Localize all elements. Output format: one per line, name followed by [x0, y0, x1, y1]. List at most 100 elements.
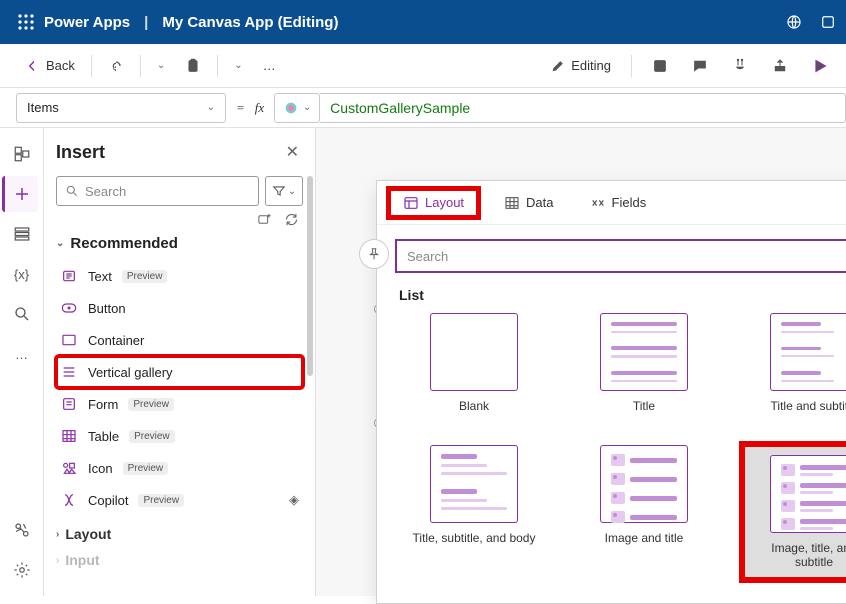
chevron-right-icon: ›: [56, 555, 59, 566]
insert-item-table[interactable]: Table Preview: [56, 420, 303, 452]
item-label: Form: [88, 397, 118, 412]
tile-caption: Blank: [459, 399, 489, 427]
formula-value: CustomGallerySample: [330, 100, 470, 116]
insert-search-input[interactable]: Search: [56, 176, 259, 206]
equals-label: =: [236, 100, 245, 116]
section-label: Layout: [65, 526, 111, 542]
layout-title-subtitle-body[interactable]: Title, subtitle, and body: [403, 445, 545, 579]
insert-filter-button[interactable]: ⌄: [265, 176, 303, 206]
insert-item-button[interactable]: Button: [56, 292, 303, 324]
share-icon[interactable]: [818, 12, 838, 32]
fx-label: fx: [255, 100, 264, 116]
comments-button[interactable]: [684, 50, 716, 82]
tile-caption: Image, title, and subtitle: [753, 541, 846, 569]
rail-tools[interactable]: [4, 512, 40, 548]
back-label: Back: [46, 58, 75, 73]
paste-more[interactable]: ⌄: [226, 50, 250, 82]
tab-label: Layout: [425, 195, 464, 210]
layout-image-title-subtitle[interactable]: Image, title, and subtitle: [743, 445, 846, 579]
container-icon: [60, 331, 78, 349]
rail-tree-view[interactable]: [4, 136, 40, 172]
insert-item-icon[interactable]: Icon Preview: [56, 452, 303, 484]
rail-settings[interactable]: [4, 552, 40, 588]
property-name: Items: [27, 100, 59, 115]
icons-icon: [60, 459, 78, 477]
item-label: Icon: [88, 461, 113, 476]
item-label: Text: [88, 269, 112, 284]
table-icon: [60, 427, 78, 445]
insert-item-form[interactable]: Form Preview: [56, 388, 303, 420]
form-icon: [60, 395, 78, 413]
gallery-properties-flyout: Layout Data Fields Search All: [376, 180, 846, 604]
layout-blank[interactable]: Blank: [403, 313, 545, 427]
insert-item-text[interactable]: Text Preview: [56, 260, 303, 292]
chevron-down-icon: ⌄: [56, 238, 64, 249]
layout-search-input[interactable]: Search: [395, 239, 846, 273]
insert-panel-title: Insert: [56, 142, 105, 163]
overflow-label: …: [263, 58, 276, 73]
preview-badge: Preview: [123, 462, 169, 475]
insert-item-copilot[interactable]: Copilot Preview ◈: [56, 484, 303, 516]
section-label: Input: [65, 552, 99, 568]
undo-more[interactable]: ⌄: [149, 50, 173, 82]
gallery-icon: [60, 363, 78, 381]
pin-button[interactable]: [359, 239, 389, 269]
rail-variables[interactable]: {x}: [4, 256, 40, 292]
button-icon: [60, 299, 78, 317]
item-label: Table: [88, 429, 119, 444]
environment-icon[interactable]: [784, 12, 804, 32]
app-launcher-icon[interactable]: [8, 4, 44, 40]
copilot-icon: [60, 491, 78, 509]
play-button[interactable]: [804, 50, 836, 82]
insert-item-vertical-gallery[interactable]: Vertical gallery: [56, 356, 303, 388]
insert-item-container[interactable]: Container: [56, 324, 303, 356]
brand-label: Power Apps: [44, 14, 130, 31]
editing-mode[interactable]: Editing: [543, 50, 619, 82]
checker-button[interactable]: [724, 50, 756, 82]
item-label: Copilot: [88, 493, 128, 508]
formula-bar[interactable]: CustomGallerySample: [320, 93, 846, 123]
rail-insert[interactable]: [2, 176, 38, 212]
save-button[interactable]: [644, 50, 676, 82]
new-component-icon[interactable]: [257, 212, 272, 227]
app-title: My Canvas App (Editing): [162, 14, 338, 31]
tab-data[interactable]: Data: [494, 191, 563, 215]
paste-button[interactable]: [177, 50, 209, 82]
tab-fields[interactable]: Fields: [580, 191, 657, 215]
share-button[interactable]: [764, 50, 796, 82]
recommended-label: Recommended: [70, 235, 178, 252]
layout-image-title[interactable]: Image and title: [573, 445, 715, 579]
item-label: Vertical gallery: [88, 365, 173, 380]
preview-badge: Preview: [128, 398, 174, 411]
overflow-button[interactable]: …: [255, 50, 284, 82]
rail-overflow[interactable]: …: [4, 336, 40, 372]
rail-search[interactable]: [4, 296, 40, 332]
preview-badge: Preview: [138, 494, 184, 507]
scrollbar-thumb[interactable]: [307, 176, 313, 376]
recommended-header[interactable]: ⌄ Recommended: [56, 235, 303, 252]
close-icon[interactable]: ✕: [282, 138, 303, 166]
layout-title-subtitle[interactable]: Title and subtitle: [743, 313, 846, 427]
item-label: Button: [88, 301, 126, 316]
insert-search-placeholder: Search: [85, 184, 126, 199]
tab-layout[interactable]: Layout: [389, 189, 478, 217]
preview-badge: Preview: [129, 430, 175, 443]
chevron-down-icon: ⌄: [207, 102, 215, 113]
formula-copilot[interactable]: ⌄: [274, 93, 320, 123]
refresh-icon[interactable]: [284, 212, 299, 227]
search-placeholder: Search: [407, 249, 448, 264]
tile-caption: Image and title: [605, 531, 684, 559]
rail-data[interactable]: [4, 216, 40, 252]
item-label: Container: [88, 333, 144, 348]
premium-icon: ◈: [289, 492, 299, 508]
tab-label: Data: [526, 195, 553, 210]
undo-button[interactable]: [100, 50, 132, 82]
property-dropdown[interactable]: Items ⌄: [16, 93, 226, 123]
chevron-right-icon: ›: [56, 529, 59, 540]
layout-section-header[interactable]: › Layout: [56, 526, 303, 542]
layout-title[interactable]: Title: [573, 313, 715, 427]
preview-badge: Preview: [122, 270, 168, 283]
input-section-header[interactable]: › Input: [56, 552, 303, 568]
back-button[interactable]: Back: [16, 50, 83, 82]
editing-label: Editing: [571, 58, 611, 73]
